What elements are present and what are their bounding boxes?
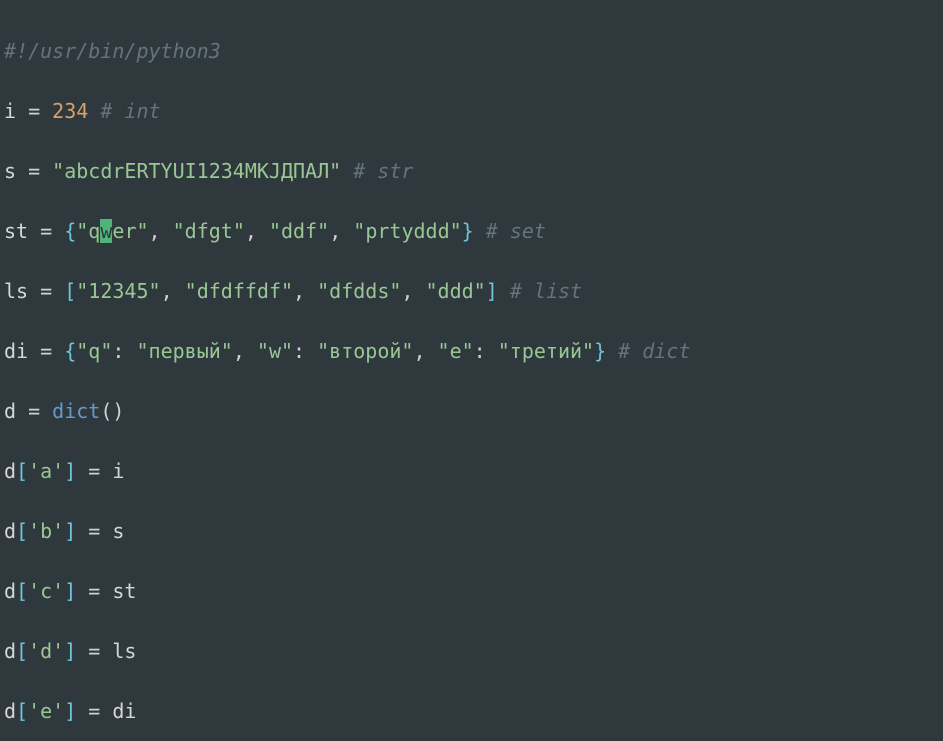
bracket: [	[64, 279, 76, 303]
string: "q"	[76, 339, 112, 363]
variable: d	[4, 639, 16, 663]
string: "12345"	[76, 279, 160, 303]
paren: ()	[100, 399, 124, 423]
brace: }	[462, 219, 474, 243]
variable: s	[4, 159, 16, 183]
variable: d	[4, 459, 16, 483]
bracket: ]	[64, 459, 76, 483]
colon: :	[474, 339, 498, 363]
string: er"	[112, 219, 148, 243]
operator: =	[76, 579, 112, 603]
string: "dfgt"	[173, 219, 245, 243]
code-line: d['d'] = ls	[4, 636, 939, 666]
comment: # dict	[606, 339, 690, 363]
variable: di	[112, 699, 136, 723]
string: 'b'	[28, 519, 64, 543]
bracket: ]	[64, 699, 76, 723]
bracket: ]	[64, 519, 76, 543]
variable: ls	[112, 639, 136, 663]
comma: ,	[245, 219, 269, 243]
comma: ,	[149, 219, 173, 243]
bracket: ]	[486, 279, 498, 303]
comment: # int	[88, 99, 160, 123]
text-cursor: w	[100, 219, 112, 243]
string: "первый"	[136, 339, 232, 363]
code-line: st = {"qwer", "dfgt", "ddf", "prtyddd"} …	[4, 216, 939, 246]
operator: =	[16, 159, 52, 183]
variable: st	[112, 579, 136, 603]
code-editor[interactable]: #!/usr/bin/python3 i = 234 # int s = "ab…	[0, 0, 943, 741]
comma: ,	[233, 339, 257, 363]
bracket: [	[16, 699, 28, 723]
variable: i	[112, 459, 124, 483]
brace: {	[64, 339, 76, 363]
string: 'd'	[28, 639, 64, 663]
code-line: d['c'] = st	[4, 576, 939, 606]
variable: di	[4, 339, 28, 363]
string: 'c'	[28, 579, 64, 603]
variable: d	[4, 399, 16, 423]
code-line: d['a'] = i	[4, 456, 939, 486]
code-line: ls = ["12345", "dfdffdf", "dfdds", "ddd"…	[4, 276, 939, 306]
bracket: [	[16, 639, 28, 663]
string: "e"	[438, 339, 474, 363]
string: "dfdds"	[317, 279, 401, 303]
code-line: d['b'] = s	[4, 516, 939, 546]
string: 'e'	[28, 699, 64, 723]
operator: =	[76, 519, 112, 543]
shebang: #!/usr/bin/python3	[4, 39, 221, 63]
comment: # set	[474, 219, 546, 243]
operator: =	[28, 279, 64, 303]
variable: d	[4, 579, 16, 603]
code-line: s = "abcdrERTYUI1234МКЈДПАЛ" # str	[4, 156, 939, 186]
comma: ,	[401, 279, 425, 303]
operator: =	[16, 399, 52, 423]
operator: =	[16, 99, 52, 123]
code-line: i = 234 # int	[4, 96, 939, 126]
comment: # list	[498, 279, 582, 303]
comma: ,	[161, 279, 185, 303]
colon: :	[112, 339, 136, 363]
bracket: [	[16, 459, 28, 483]
string: "q	[76, 219, 100, 243]
operator: =	[76, 699, 112, 723]
operator: =	[28, 219, 64, 243]
variable: d	[4, 519, 16, 543]
code-line: d = dict()	[4, 396, 939, 426]
string: "ddd"	[426, 279, 486, 303]
comma: ,	[413, 339, 437, 363]
variable: st	[4, 219, 28, 243]
comma: ,	[329, 219, 353, 243]
variable: d	[4, 699, 16, 723]
bracket: ]	[64, 639, 76, 663]
bracket: ]	[64, 579, 76, 603]
bracket: [	[16, 519, 28, 543]
code-line: d['e'] = di	[4, 696, 939, 726]
string: 'a'	[28, 459, 64, 483]
brace: {	[64, 219, 76, 243]
string: "ddf"	[269, 219, 329, 243]
colon: :	[293, 339, 317, 363]
code-line: di = {"q": "первый", "w": "второй", "e":…	[4, 336, 939, 366]
brace: }	[594, 339, 606, 363]
string: "prtyddd"	[353, 219, 461, 243]
variable: i	[4, 99, 16, 123]
bracket: [	[16, 579, 28, 603]
variable: ls	[4, 279, 28, 303]
builtin: dict	[52, 399, 100, 423]
operator: =	[76, 639, 112, 663]
operator: =	[76, 459, 112, 483]
string: "dfdffdf"	[185, 279, 293, 303]
comma: ,	[293, 279, 317, 303]
operator: =	[28, 339, 64, 363]
string: "третий"	[498, 339, 594, 363]
string: "abcdrERTYUI1234МКЈДПАЛ"	[52, 159, 341, 183]
string: "второй"	[317, 339, 413, 363]
number: 234	[52, 99, 88, 123]
string: "w"	[257, 339, 293, 363]
variable: s	[112, 519, 124, 543]
code-line: #!/usr/bin/python3	[4, 36, 939, 66]
comment: # str	[341, 159, 413, 183]
